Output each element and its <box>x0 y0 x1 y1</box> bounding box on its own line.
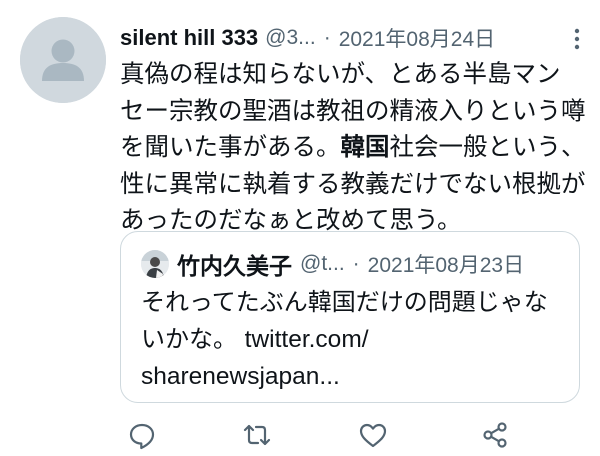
tweet-header: silent hill 333 @3... · 2021年08月24日 <box>120 22 565 54</box>
tweet-text-line: を聞いた事がある。韓国社会一般という、 <box>120 129 595 166</box>
display-name[interactable]: silent hill 333 <box>120 25 258 51</box>
quoted-link[interactable]: sharenewsjapan... <box>141 358 571 395</box>
more-dots-icon[interactable] <box>565 25 589 53</box>
quoted-tweet-card[interactable]: 竹内久美子 @t... · 2021年08月23日 それってたぶん韓国だけの問題… <box>120 231 580 403</box>
bold-text-segment: 韓国 <box>340 132 390 161</box>
tweet-text: 真偽の程は知らないが、とある半島マン セー宗教の聖酒は教祖の精液入りという噂 を… <box>120 56 595 239</box>
quoted-tweet-header: 竹内久美子 @t... · 2021年08月23日 <box>177 248 524 280</box>
default-avatar-icon <box>20 17 106 103</box>
tweet-text-line: セー宗教の聖酒は教祖の精液入りという噂 <box>120 95 586 125</box>
tweet-text-line: 真偽の程は知らないが、とある半島マン <box>120 59 561 88</box>
quoted-text-segment: いかな。 <box>141 325 237 353</box>
separator-dot: · <box>323 26 331 49</box>
quoted-tweet-date[interactable]: 2021年08月23日 <box>368 249 524 279</box>
tweet-text-segment: 社会一般という、 <box>389 132 586 161</box>
tweet-text-segment: を聞いた事がある。 <box>120 132 341 161</box>
quoted-link[interactable]: twitter.com/ <box>245 326 369 353</box>
tweet-actions-bar <box>0 418 600 456</box>
reply-icon[interactable] <box>125 418 159 452</box>
quoted-tweet-text: それってたぶん韓国だけの問題じゃな いかな。 twitter.com/ shar… <box>141 284 571 395</box>
user-handle[interactable]: @3... <box>265 26 316 50</box>
quoted-text-line: それってたぶん韓国だけの問題じゃな <box>141 288 548 316</box>
tweet-date[interactable]: 2021年08月24日 <box>339 23 495 53</box>
separator-dot: · <box>352 252 360 275</box>
user-avatar[interactable] <box>20 17 106 103</box>
quoted-display-name[interactable]: 竹内久美子 <box>177 247 292 281</box>
profile-photo-icon <box>141 250 169 278</box>
heart-icon[interactable] <box>356 418 390 452</box>
share-icon[interactable] <box>478 418 512 452</box>
retweet-icon[interactable] <box>240 418 274 452</box>
quoted-user-avatar[interactable] <box>141 250 169 278</box>
tweet[interactable]: silent hill 333 @3... · 2021年08月24日 真偽の程… <box>0 0 600 456</box>
tweet-text-line: 性に異常に執着する教義だけでない根拠が <box>120 168 586 198</box>
quoted-text-line: いかな。 twitter.com/ <box>141 321 571 358</box>
quoted-user-handle[interactable]: @t... <box>300 252 345 276</box>
